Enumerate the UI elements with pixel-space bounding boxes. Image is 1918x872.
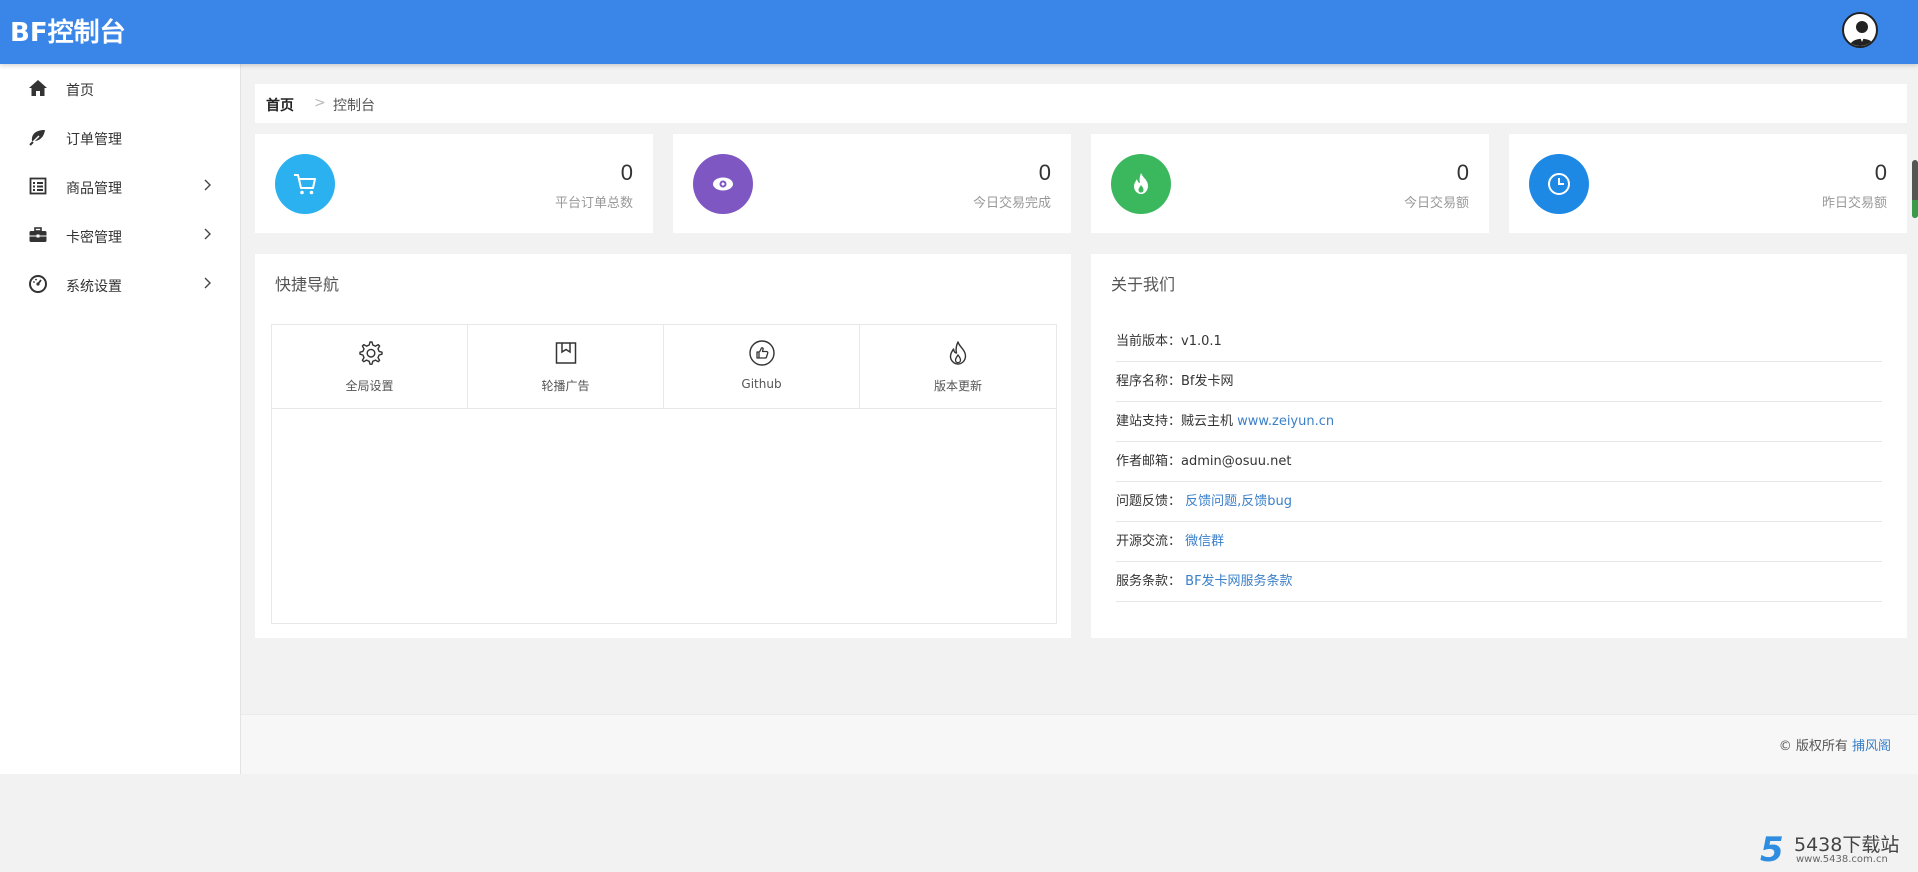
about-key: 开源交流：	[1116, 534, 1182, 549]
sidebar-item-label: 首页	[66, 83, 94, 99]
panel-title: 快捷导航	[275, 275, 340, 294]
copyright: © 版权所有 捕风阁	[1779, 735, 1891, 754]
about-key: 当前版本：	[1116, 334, 1182, 349]
leaf-icon	[29, 130, 45, 146]
quick-nav-grid: 全局设置 轮播广告 Github 版本更新	[271, 324, 1057, 624]
quick-nav-row: 全局设置 轮播广告 Github 版本更新	[272, 325, 1056, 409]
quick-nav-label: Github	[741, 377, 782, 391]
eye-icon	[693, 154, 753, 214]
home-icon	[29, 80, 47, 96]
sidebar-item-cards[interactable]: 卡密管理	[0, 211, 240, 260]
dashboard-icon	[29, 275, 47, 293]
thumbs-up-icon	[749, 340, 775, 366]
sidebar-item-settings[interactable]: 系统设置	[0, 260, 240, 309]
about-row-version: 当前版本：v1.0.1	[1116, 322, 1882, 362]
quick-nav-version-update[interactable]: 版本更新	[860, 325, 1056, 409]
sidebar-item-label: 系统设置	[66, 279, 122, 295]
clock-icon	[1529, 154, 1589, 214]
stat-label: 平台订单总数	[554, 196, 633, 211]
hosting-link[interactable]: www.zeiyun.cn	[1237, 414, 1334, 429]
about-row-terms: 服务条款： BF发卡网服务条款	[1116, 562, 1882, 602]
stat-card-completed: 0 今日交易完成	[673, 134, 1071, 233]
owner-link[interactable]: 捕风阁	[1852, 739, 1891, 754]
quick-nav-global-settings[interactable]: 全局设置	[272, 325, 468, 409]
chevron-right-icon	[204, 228, 211, 240]
main-content: 首页 > 控制台 0 平台订单总数 0 今日交易完成 0 今日交易额 0 昨日交…	[241, 64, 1918, 774]
sidebar-item-home[interactable]: 首页	[0, 64, 240, 113]
about-row-name: 程序名称：Bf发卡网	[1116, 362, 1882, 402]
flame-icon	[949, 341, 967, 365]
about-panel: 关于我们 当前版本：v1.0.1 程序名称：Bf发卡网 建站支持：贼云主机 ww…	[1091, 254, 1907, 638]
stat-card-yesterday-amount: 0 昨日交易额	[1509, 134, 1907, 233]
sidebar-item-label: 卡密管理	[66, 230, 122, 246]
panel-title: 关于我们	[1111, 275, 1176, 294]
stat-value: 0	[1874, 160, 1887, 185]
quick-nav-label: 全局设置	[345, 379, 394, 393]
stat-value: 0	[620, 160, 633, 185]
copyright-text: © 版权所有	[1778, 739, 1852, 754]
watermark-url: www.5438.com.cn	[1796, 854, 1888, 865]
quick-nav-label: 版本更新	[933, 379, 982, 393]
about-row-feedback: 问题反馈： 反馈问题,反馈bug	[1116, 482, 1882, 522]
breadcrumb-current: 控制台	[333, 98, 375, 114]
stat-label: 今日交易完成	[972, 196, 1051, 211]
about-row-community: 开源交流： 微信群	[1116, 522, 1882, 562]
breadcrumb-separator: >	[314, 95, 326, 111]
wechat-group-link[interactable]: 微信群	[1185, 534, 1224, 549]
briefcase-icon	[29, 227, 47, 242]
quick-nav-label: 轮播广告	[541, 379, 590, 393]
terms-link[interactable]: BF发卡网服务条款	[1185, 574, 1292, 589]
about-value: Bf发卡网	[1181, 374, 1234, 389]
fire-icon	[1111, 154, 1171, 214]
quick-nav-panel: 快捷导航 全局设置 轮播广告 Github 版本更新	[255, 254, 1071, 638]
about-key: 问题反馈：	[1116, 494, 1182, 509]
about-row-hosting: 建站支持：贼云主机 www.zeiyun.cn	[1116, 402, 1882, 442]
sidebar-item-products[interactable]: 商品管理	[0, 162, 240, 211]
sidebar-item-label: 商品管理	[66, 181, 122, 197]
about-value: 贼云主机	[1181, 414, 1238, 429]
stat-value: 0	[1456, 160, 1469, 185]
stat-card-orders: 0 平台订单总数	[255, 134, 653, 233]
breadcrumb-home[interactable]: 首页	[266, 95, 294, 115]
stat-label: 昨日交易额	[1821, 196, 1887, 211]
about-row-email: 作者邮箱：admin@osuu.net	[1116, 442, 1882, 482]
stat-value: 0	[1038, 160, 1051, 185]
bookmark-icon	[555, 342, 577, 364]
gear-icon	[359, 341, 383, 365]
breadcrumb: 首页 > 控制台	[255, 84, 1907, 123]
feedback-link[interactable]: 反馈问题,反馈bug	[1185, 494, 1292, 509]
top-header: BF控制台	[0, 0, 1918, 64]
about-key: 程序名称：	[1116, 374, 1182, 389]
user-avatar-icon[interactable]	[1842, 12, 1878, 48]
sidebar: 首页 订单管理 商品管理 卡密管理 系统设置	[0, 64, 241, 774]
stat-label: 今日交易额	[1403, 196, 1469, 211]
footer: © 版权所有 捕风阁	[241, 714, 1918, 774]
about-key: 服务条款：	[1116, 574, 1182, 589]
chevron-right-icon	[204, 277, 211, 289]
stat-card-today-amount: 0 今日交易额	[1091, 134, 1489, 233]
quick-nav-github[interactable]: Github	[664, 325, 860, 409]
list-icon	[29, 177, 47, 195]
page-scrollbar[interactable]	[1912, 160, 1918, 218]
watermark-logo: 5	[1760, 830, 1784, 870]
sidebar-item-label: 订单管理	[66, 132, 122, 148]
brand-title[interactable]: BF控制台	[10, 12, 126, 49]
watermark-name: 5438下载站	[1794, 834, 1900, 856]
about-value: v1.0.1	[1181, 334, 1222, 349]
quick-nav-carousel-ads[interactable]: 轮播广告	[468, 325, 664, 409]
sidebar-item-orders[interactable]: 订单管理	[0, 113, 240, 162]
cart-icon	[275, 154, 335, 214]
site-watermark: 5 5438下载站 www.5438.com.cn	[1760, 830, 1910, 870]
about-value: admin@osuu.net	[1181, 454, 1292, 469]
chevron-right-icon	[204, 179, 211, 191]
about-list: 当前版本：v1.0.1 程序名称：Bf发卡网 建站支持：贼云主机 www.zei…	[1116, 322, 1882, 602]
about-key: 作者邮箱：	[1116, 454, 1182, 469]
about-key: 建站支持：	[1116, 414, 1182, 429]
